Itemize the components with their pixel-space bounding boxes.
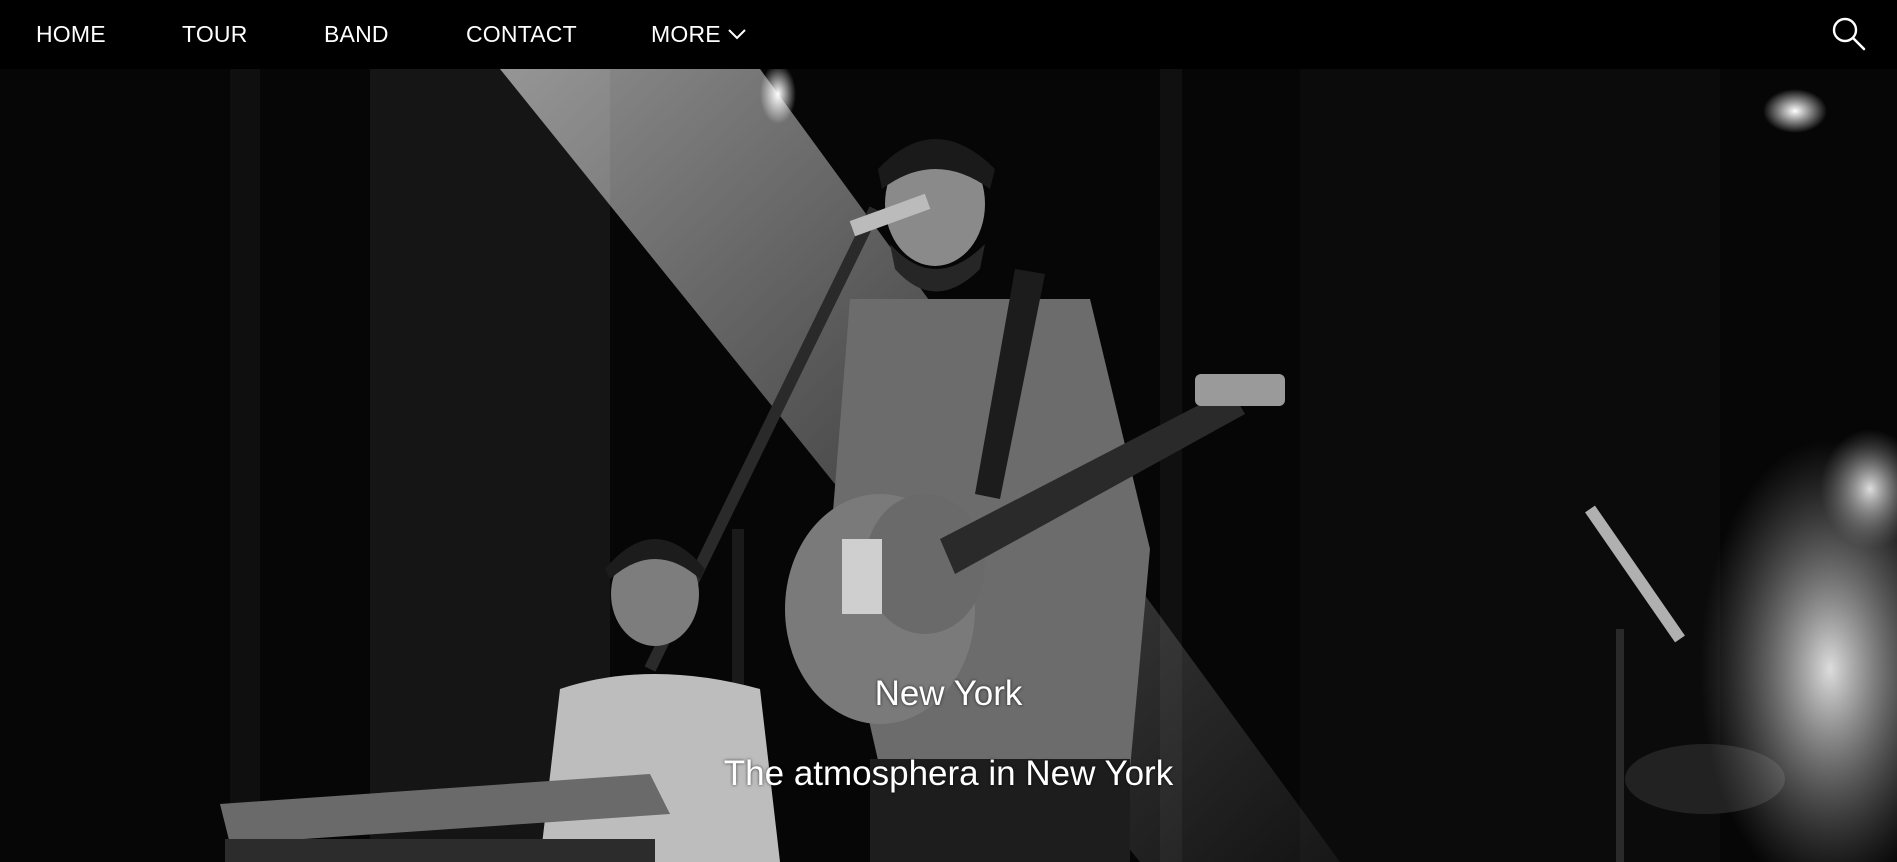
search-icon [1832, 17, 1866, 51]
slide-title: New York [874, 674, 1023, 713]
top-navbar: HOME TOUR BAND CONTACT MORE [0, 0, 1897, 69]
chevron-down-icon [728, 29, 746, 40]
nav-home-link[interactable]: HOME [36, 0, 106, 69]
nav-band-link[interactable]: BAND [324, 0, 389, 69]
nav-contact-link[interactable]: CONTACT [466, 0, 577, 69]
nav-tour-link[interactable]: TOUR [182, 0, 248, 69]
nav-more-label: MORE [651, 21, 721, 47]
nav-more-dropdown[interactable]: MORE [651, 0, 747, 69]
concert-photo [0, 69, 1897, 862]
slide-caption: The atmosphera in New York [723, 754, 1174, 793]
search-button[interactable] [1831, 16, 1867, 52]
hero-slide: New York The atmosphera in New York [0, 69, 1897, 862]
